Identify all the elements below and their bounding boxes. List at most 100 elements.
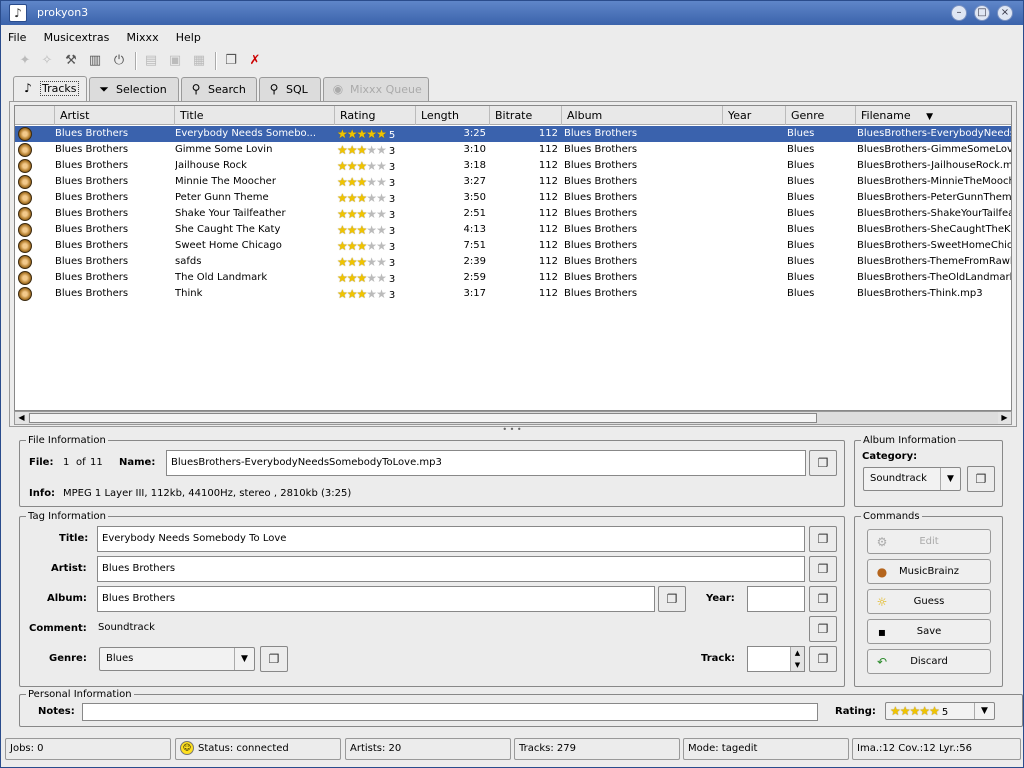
table-row[interactable]: Blues Brothers Peter Gunn Theme 3:50 112 Blu…	[15, 190, 1011, 206]
copy-year-button[interactable]: ❐	[809, 586, 837, 612]
tab-tracks[interactable]: ♪ Tracks	[13, 76, 87, 102]
musicbrainz-button[interactable]: ● MusicBrainz	[867, 559, 991, 584]
guess-button[interactable]: ☼ Guess	[867, 589, 991, 614]
comment-value: Soundtrack	[98, 622, 155, 633]
close-button[interactable]: ×	[997, 5, 1013, 21]
star-icon: ★	[356, 175, 368, 189]
edit-button[interactable]: ⚙ Edit	[867, 529, 991, 554]
scrollbar-thumb[interactable]	[29, 413, 817, 423]
scroll-right-icon[interactable]: ▶	[998, 412, 1011, 424]
maximize-button[interactable]: □	[974, 5, 990, 21]
copy-category-button[interactable]: ❐	[967, 466, 995, 492]
cell-rating[interactable]: ★★★★★ 3	[337, 174, 395, 190]
star-icon: ★	[366, 207, 377, 221]
spin-down-icon[interactable]: ▼	[790, 659, 804, 671]
rating-number: 3	[388, 258, 396, 269]
col-header-length[interactable]: Length	[416, 106, 490, 125]
copy-genre-button[interactable]: ❐	[260, 646, 288, 672]
cell-rating[interactable]: ★★★★★ 3	[337, 254, 395, 270]
genre-select[interactable]: Blues ▼	[99, 647, 255, 671]
file-information-legend: File Information	[28, 435, 106, 446]
pane-splitter[interactable]: • • •	[1, 426, 1023, 434]
scroll-left-icon[interactable]: ◀	[15, 412, 28, 424]
filename-field[interactable]: BluesBrothers-EverybodyNeedsSomebodyToLo…	[166, 450, 806, 476]
col-header-artist[interactable]: Artist	[55, 106, 175, 125]
menu-mixxx[interactable]: Mixxx	[124, 29, 162, 46]
tab-selection[interactable]: ⏷ Selection	[89, 77, 179, 101]
rating-select[interactable]: ★★★★★ 5 ▼	[885, 702, 995, 720]
table-row[interactable]: Blues Brothers Minnie The Moocher 3:27 112 B…	[15, 174, 1011, 190]
copy-artist-button[interactable]: ❐	[809, 556, 837, 582]
menu-file[interactable]: File	[5, 29, 29, 46]
table-row[interactable]: Blues Brothers safds 2:39 112 Blues Brothers…	[15, 254, 1011, 270]
table-row[interactable]: Blues Brothers Everybody Needs Somebo... 3…	[15, 126, 1011, 142]
cell-rating[interactable]: ★★★★★ 5	[337, 126, 395, 142]
copy-title-button[interactable]: ❐	[809, 526, 837, 552]
copy-icon[interactable]: ❐	[221, 50, 241, 72]
horizontal-scrollbar[interactable]: ◀ ▶	[14, 411, 1012, 425]
cell-bitrate: 112	[538, 272, 558, 283]
cell-rating[interactable]: ★★★★★ 3	[337, 158, 395, 174]
col-header-icon[interactable]	[15, 106, 55, 125]
table-row[interactable]: Blues Brothers Think 3:17 112 Blues Brothers…	[15, 286, 1011, 302]
layout-right-icon[interactable]: ▦	[189, 50, 209, 72]
cell-rating[interactable]: ★★★★★ 3	[337, 142, 395, 158]
cell-rating[interactable]: ★★★★★ 3	[337, 190, 395, 206]
cell-rating[interactable]: ★★★★★ 3	[337, 238, 395, 254]
cell-rating[interactable]: ★★★★★ 3	[337, 270, 395, 286]
tab-search[interactable]: ⚲ Search	[181, 77, 257, 101]
app-icon[interactable]: ♪	[9, 4, 27, 22]
cell-rating[interactable]: ★★★★★ 3	[337, 206, 395, 222]
cell-rating[interactable]: ★★★★★ 3	[337, 286, 395, 302]
col-header-year[interactable]: Year	[723, 106, 786, 125]
discard-button[interactable]: ↶ Discard	[867, 649, 991, 674]
wrench-icon[interactable]: ⚒	[61, 50, 81, 72]
year-field[interactable]	[747, 586, 805, 612]
layout-left-icon[interactable]: ▤	[141, 50, 161, 72]
table-row[interactable]: Blues Brothers She Caught The Katy 4:13 112…	[15, 222, 1011, 238]
title-field[interactable]: Everybody Needs Somebody To Love	[97, 526, 805, 552]
album-field[interactable]: Blues Brothers	[97, 586, 655, 612]
col-header-filename[interactable]: Filename ▼	[856, 106, 1011, 125]
col-header-title[interactable]: Title	[175, 106, 335, 125]
star-icon: ★	[356, 287, 368, 301]
col-header-rating[interactable]: Rating	[335, 106, 416, 125]
track-spinbox[interactable]: ▲ ▼	[747, 646, 805, 672]
table-row[interactable]: Blues Brothers The Old Landmark 2:59 112 Blu…	[15, 270, 1011, 286]
menu-help[interactable]: Help	[173, 29, 204, 46]
save-button[interactable]: ▪ Save	[867, 619, 991, 644]
tab-sql[interactable]: ⚲ SQL	[259, 77, 321, 101]
status-connection: ☺ Status: connected	[175, 738, 341, 760]
copy-album-button[interactable]: ❐	[658, 586, 686, 612]
copy-track-button[interactable]: ❐	[809, 646, 837, 672]
category-select[interactable]: Soundtrack ▼	[863, 467, 961, 491]
spin-up-icon[interactable]: ▲	[790, 647, 804, 659]
star-icon: ★	[337, 191, 348, 205]
disconnect-icon[interactable]: ✧	[37, 50, 57, 72]
cell-rating[interactable]: ★★★★★ 3	[337, 222, 395, 238]
minimize-button[interactable]: –	[951, 5, 967, 21]
tab-tracks-label: Tracks	[40, 81, 79, 96]
layout-bottom-icon[interactable]: ▣	[165, 50, 185, 72]
power-icon[interactable]: ⏻	[109, 50, 129, 72]
menu-musicextras[interactable]: Musicextras	[41, 29, 113, 46]
title-bar[interactable]: ♪ prokyon3 – □ ×	[1, 1, 1023, 25]
copy-comment-button[interactable]: ❐	[809, 616, 837, 642]
cell-length: 4:13	[463, 224, 486, 235]
track-table[interactable]: Artist Title Rating Length Bitrate Album…	[14, 105, 1012, 411]
star-icon: ★	[337, 223, 348, 237]
delete-icon[interactable]: ✗	[245, 50, 265, 72]
notes-field[interactable]	[82, 703, 818, 721]
book-icon[interactable]: ▥	[85, 50, 105, 72]
col-header-genre[interactable]: Genre	[786, 106, 856, 125]
table-row[interactable]: Blues Brothers Gimme Some Lovin 3:10 112 Blu…	[15, 142, 1011, 158]
artist-field[interactable]: Blues Brothers	[97, 556, 805, 582]
copy-filename-button[interactable]: ❐	[809, 450, 837, 476]
col-header-bitrate[interactable]: Bitrate	[490, 106, 562, 125]
col-header-album[interactable]: Album	[562, 106, 723, 125]
tab-mixxx-queue[interactable]: ◉ Mixxx Queue	[323, 77, 429, 101]
connect-icon[interactable]: ✦	[15, 50, 35, 72]
table-row[interactable]: Blues Brothers Jailhouse Rock 3:18 112 Blues…	[15, 158, 1011, 174]
table-row[interactable]: Blues Brothers Sweet Home Chicago 7:51 112 B…	[15, 238, 1011, 254]
table-row[interactable]: Blues Brothers Shake Your Tailfeather 2:51…	[15, 206, 1011, 222]
